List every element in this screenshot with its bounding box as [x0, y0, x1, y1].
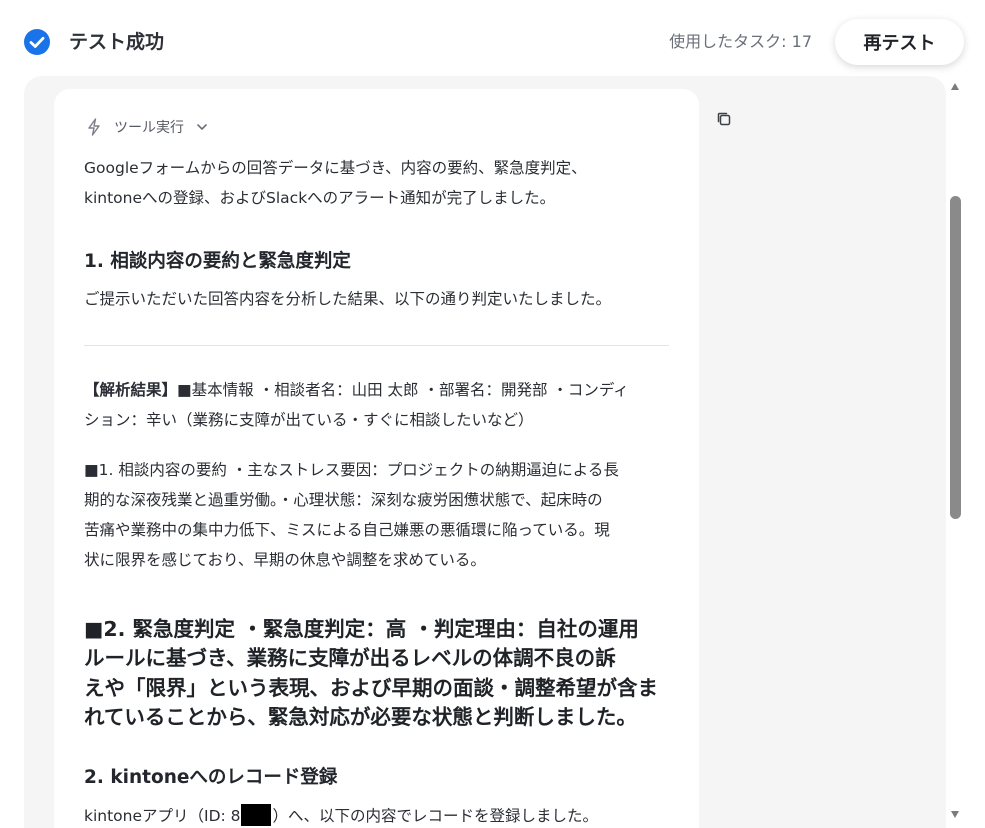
retest-button[interactable]: 再テスト: [835, 19, 964, 65]
section2-heading: 2. kintoneへのレコード登録: [84, 767, 338, 788]
analysis-line-1: 【解析結果】■基本情報 ・相談者名：山田 太郎 ・部署名：開発部 ・コンディ: [84, 375, 629, 405]
chevron-down-icon: [197, 124, 207, 130]
section2-text: kintoneアプリ（ID: 8 ）へ、以下の内容でレコードを登録しました。: [84, 801, 598, 828]
summary-line-3: 苦痛や業務中の集中力低下、ミスによる自己嫌悪の悪循環に陥っている。現: [84, 521, 610, 539]
divider: [84, 345, 669, 346]
section1-heading: 1. 相談内容の要約と緊急度判定: [84, 251, 351, 272]
scrollbar-thumb[interactable]: [950, 196, 961, 519]
urgency-line-1: ■2. 緊急度判定 ・緊急度判定：高 ・判定理由：自社の運用: [84, 617, 639, 641]
result-card: ツール実行 Googleフォームからの回答データに基づき、内容の要約、緊急度判定…: [54, 89, 699, 828]
result-header: テスト成功 使用したタスク: 17 再テスト: [0, 0, 985, 84]
tool-execution-toggle[interactable]: ツール実行: [86, 115, 208, 139]
section1-text: ご提示いただいた回答内容を分析した結果、以下の通り判定いたしました。: [84, 290, 612, 308]
scroll-down-arrow-icon[interactable]: [951, 811, 959, 818]
analysis-line-1-text: ■基本情報 ・相談者名：山田 太郎 ・部署名：開発部 ・コンディ: [177, 381, 629, 399]
urgency-line-2: ルールに基づき、業務に支障が出るレベルの体調不良の訴: [84, 646, 616, 670]
check-circle-icon: [24, 29, 50, 55]
summary-line-4: 状に限界を感じており、早期の休息や調整を求めている。: [84, 551, 486, 569]
task-count: 使用したタスク: 17: [669, 32, 812, 51]
summary-line-1: ■1. 相談内容の要約 ・主なストレス要因：プロジェクトの納期逼迫による長: [84, 461, 619, 479]
analysis-line-2: ション：辛い（業務に支障が出ている・すぐに相談したいなど）: [84, 411, 534, 429]
status-title: テスト成功: [69, 31, 165, 53]
redacted-block: [240, 804, 271, 826]
intro-line-2: kintoneへの登録、およびSlackへのアラート通知が完了しました。: [84, 189, 556, 207]
bolt-icon: [88, 118, 100, 136]
scroll-up-arrow-icon[interactable]: [951, 83, 959, 90]
urgency-line-3: えや「限界」という表現、および早期の面談・調整希望が含ま: [84, 676, 658, 700]
analysis-label: 【解析結果】: [84, 381, 178, 399]
summary-line-2: 期的な深夜残業と過重労働。・心理状態：深刻な疲労困憊状態で、起床時の: [84, 491, 603, 509]
urgency-line-4: れていることから、緊急対応が必要な状態と判断しました。: [84, 705, 637, 729]
section2-text-after: ）へ、以下の内容でレコードを登録しました。: [272, 807, 599, 825]
copy-icon[interactable]: [716, 111, 732, 127]
section2-text-before: kintoneアプリ（ID: 8: [84, 807, 241, 825]
intro-line-1: Googleフォームからの回答データに基づき、内容の要約、緊急度判定、: [84, 159, 587, 177]
tool-execution-label: ツール実行: [114, 120, 184, 136]
